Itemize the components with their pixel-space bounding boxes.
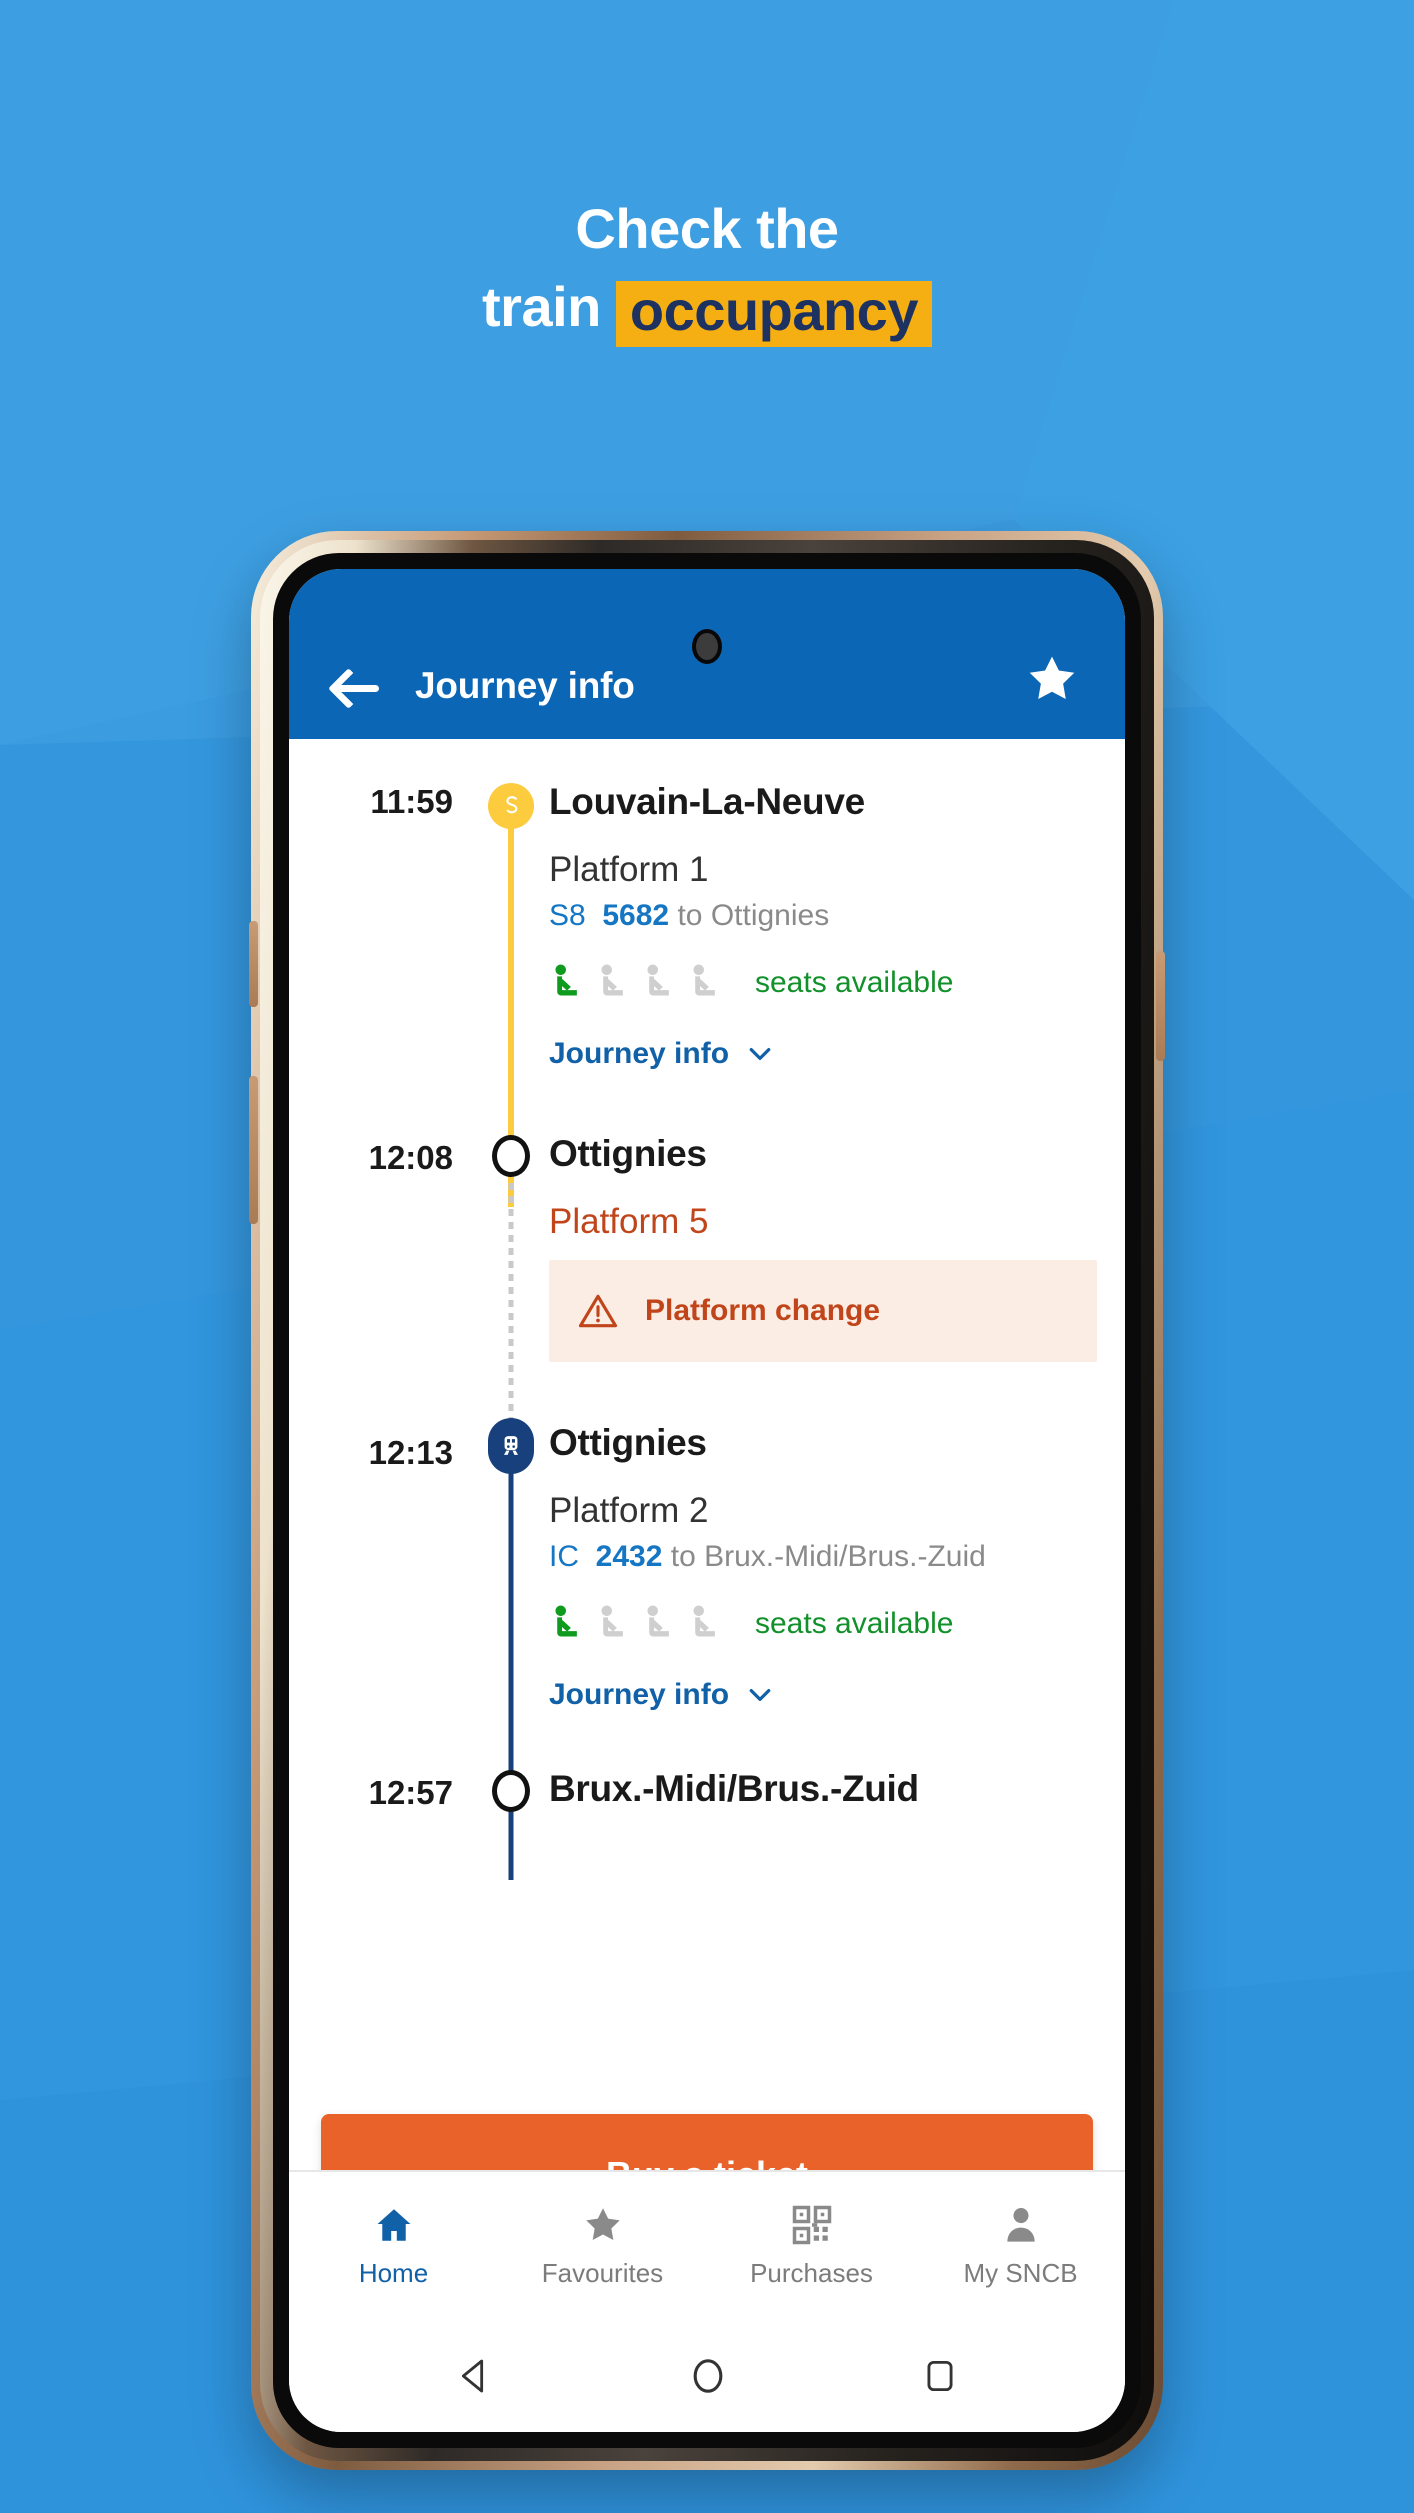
stop-name: Ottignies [549,1422,707,1463]
train-destination: to Brux.-Midi/Brus.-Zuid [670,1540,986,1573]
platform-change-banner: Platform change [549,1260,1097,1362]
stop-details: Brux.-Midi/Brus.-Zuid [549,1770,1125,1812]
seated-person-icon-empty [601,1605,623,1637]
stop-platform: Platform 2 [549,1491,709,1530]
nav-item-home[interactable]: Home [289,2204,498,2289]
warning-triangle-icon [578,1294,618,1328]
promo-headline-highlight: occupancy [615,280,932,347]
occupancy-indicator: seats available [549,961,1097,1005]
journey-info-label: Journey info [549,1037,730,1070]
android-home-icon[interactable] [686,2354,730,2398]
stop-details: Ottignies Platform 2 IC 2432 to Brux.-Mi… [549,1424,1125,1712]
seated-person-icon-empty [693,1605,715,1637]
train-service-line: IC 2432 to Brux.-Midi/Brus.-Zuid [549,1540,1097,1574]
phone-power-button[interactable] [1156,951,1165,1061]
chevron-down-icon [749,1048,771,1060]
phone-screen: Journey info 11:59 Louvain-La-Neuve Plat… [289,569,1125,2432]
phone-volume-up-button[interactable] [249,921,258,1007]
phone-volume-down-button[interactable] [249,1076,258,1224]
timeline-connector-dotted [508,1183,514,1443]
journey-timeline: 11:59 Louvain-La-Neuve Platform 1 S8 568… [289,739,1125,2061]
stop-name: Ottignies [549,1133,707,1174]
train-number: 5682 [602,899,670,932]
nav-label-purchases: Purchases [750,2257,873,2288]
stop-time: 11:59 [370,783,453,820]
stop-platform: Platform 1 [549,850,709,889]
seat-icons [549,961,731,1005]
phone-mockup: Journey info 11:59 Louvain-La-Neuve Plat… [249,531,1165,2470]
timeline-node-column [473,1418,549,1880]
seated-person-icon-filled [555,1605,577,1637]
promo-headline-line2: train occupancy [0,274,1414,347]
train-destination: to Ottignies [677,899,830,932]
s-train-badge-icon [488,783,534,829]
bottom-navigation: Home Favourites Purchases My SNCB [289,2170,1125,2320]
page-title: Journey info [415,665,635,706]
stop-details: Ottignies Platform 5 Platform change [549,1135,1125,1362]
stop-time: 12:13 [368,1434,453,1471]
stop-node-circle-icon [492,1135,530,1177]
promo-headline-line1: Check the [575,197,839,260]
seated-person-icon-empty [647,964,669,996]
timeline-stop: 12:57 Brux.-Midi/Brus.-Zuid [289,1712,1125,1812]
nav-label-my-sncb: My SNCB [963,2257,1078,2288]
stop-details: Louvain-La-Neuve Platform 1 S8 5682 to O… [549,783,1125,1071]
promo-headline-prefix: train [482,274,616,338]
star-icon [585,2207,620,2240]
chevron-down-icon [749,1689,771,1701]
stop-platform: Platform 5 [549,1202,709,1241]
stop-name: Louvain-La-Neuve [549,781,865,822]
stop-time: 12:57 [368,1774,453,1811]
android-back-icon[interactable] [455,2356,495,2396]
seated-person-icon-empty [647,1605,669,1637]
timeline-connector-navy [508,1460,514,1880]
nav-item-purchases[interactable]: Purchases [707,2204,916,2289]
train-number: 2432 [595,1540,663,1573]
occupancy-indicator: seats available [549,1602,1097,1646]
train-code: S8 [549,899,586,932]
stop-node-circle-icon [492,1770,530,1812]
nav-label-home: Home [358,2257,429,2288]
journey-info-label: Journey info [549,1678,730,1711]
occupancy-label: seats available [755,966,954,999]
train-code: IC [549,1540,579,1573]
timeline-stop: 12:13 Ottignies Platform 2 IC 2432 to Br… [289,1362,1125,1880]
android-system-navigation [289,2320,1125,2432]
arrow-left-icon[interactable] [333,667,381,707]
timeline-node-column [473,783,549,1207]
home-icon [377,2208,410,2241]
timeline-node-column [473,1770,549,1812]
seated-person-icon-empty [693,964,715,996]
timeline-node-column [473,1135,549,1443]
seated-person-icon-empty [601,964,623,996]
nav-item-my-sncb[interactable]: My SNCB [916,2204,1125,2289]
person-icon [1006,2207,1035,2242]
occupancy-label: seats available [755,1607,954,1640]
nav-label-favourites: Favourites [541,2257,664,2288]
star-icon[interactable] [1023,651,1081,707]
promo-headline: Check the train occupancy [0,196,1414,347]
timeline-stop: 12:08 Ottignies Platform 5 Platform chan… [289,1071,1125,1443]
train-badge-icon [488,1418,534,1474]
stop-time: 12:08 [368,1139,453,1176]
train-service-line: S8 5682 to Ottignies [549,899,1097,933]
android-recents-icon[interactable] [921,2357,959,2395]
platform-change-text: Platform change [645,1294,881,1327]
front-camera-icon [692,629,722,664]
seat-icons [549,1602,731,1646]
seated-person-icon-filled [555,964,577,996]
timeline-stop: 11:59 Louvain-La-Neuve Platform 1 S8 568… [289,739,1125,1207]
qr-code-icon [792,2205,831,2244]
journey-info-expander[interactable]: Journey info [549,1678,1097,1712]
nav-item-favourites[interactable]: Favourites [498,2204,707,2289]
stop-name: Brux.-Midi/Brus.-Zuid [549,1768,919,1809]
journey-info-expander[interactable]: Journey info [549,1037,1097,1071]
